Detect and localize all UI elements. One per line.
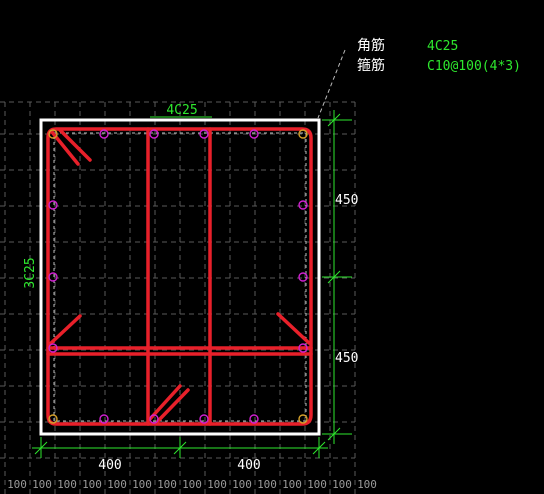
grid-scale-labels: 100 100 100 100 100 100 100 100 100 100 100 100 100 1… bbox=[7, 478, 377, 491]
background bbox=[0, 0, 544, 494]
grid-scale-label: 100 bbox=[57, 478, 77, 491]
dimension-bottom-left: 400 bbox=[98, 458, 121, 473]
grid-scale-label: 100 bbox=[7, 478, 27, 491]
grid-scale-label: 100 bbox=[207, 478, 227, 491]
grid-scale-label: 100 bbox=[132, 478, 152, 491]
legend-corner-value: 4C25 bbox=[427, 39, 458, 54]
grid-scale-label: 100 bbox=[357, 478, 377, 491]
grid-scale-label: 100 bbox=[282, 478, 302, 491]
legend-corner-label: 角筋 bbox=[357, 37, 385, 54]
top-bars-label: 4C25 bbox=[166, 103, 197, 118]
grid-scale-label: 100 bbox=[307, 478, 327, 491]
grid-scale-label: 100 bbox=[257, 478, 277, 491]
grid-scale-label: 100 bbox=[182, 478, 202, 491]
dimension-right-upper: 450 bbox=[335, 193, 358, 208]
column-section-drawing: 角筋 4C25 箍筋 C10@100(4*3) 4C25 3C25 450 45… bbox=[0, 0, 544, 494]
grid-scale-label: 100 bbox=[332, 478, 352, 491]
legend-stirrup-value: C10@100(4*3) bbox=[427, 59, 521, 74]
grid-scale-label: 100 bbox=[157, 478, 177, 491]
side-bars-label: 3C25 bbox=[23, 257, 38, 288]
grid-scale-label: 100 bbox=[232, 478, 252, 491]
dimension-right-lower: 450 bbox=[335, 351, 358, 366]
dimension-bottom-right: 400 bbox=[237, 458, 260, 473]
legend-stirrup-label: 箍筋 bbox=[357, 57, 385, 74]
grid-scale-label: 100 bbox=[82, 478, 102, 491]
grid-scale-label: 100 bbox=[32, 478, 52, 491]
grid-scale-label: 100 bbox=[107, 478, 127, 491]
